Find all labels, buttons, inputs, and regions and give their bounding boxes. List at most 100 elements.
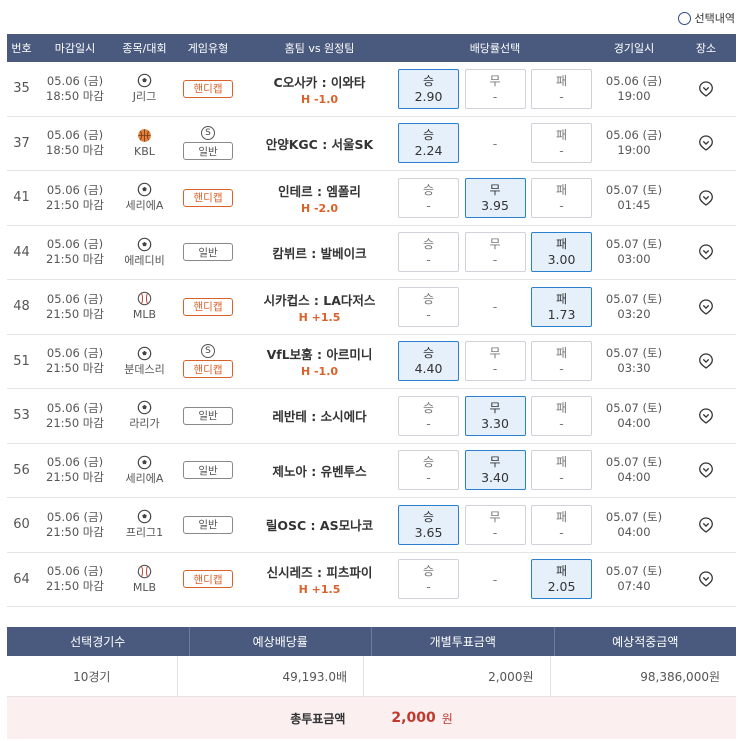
sport-cell: J리그 — [114, 62, 175, 116]
odds-lose-button[interactable]: 패- — [531, 341, 592, 382]
soccer-icon — [137, 346, 152, 361]
match-board: 번호 마감일시 종목/대회 게임유형 홈팀 vs 원정팀 배당률선택 경기일시 … — [7, 34, 736, 607]
odds-label: 무 — [489, 73, 501, 88]
league-name: 에레디비 — [124, 253, 165, 267]
game-time-cell: 05.07 (토) 04:00 — [592, 389, 676, 443]
match-teams: C오사카 : 이와타 — [273, 74, 366, 90]
location-pin-icon[interactable] — [697, 407, 715, 425]
odds-win-button[interactable]: 승- — [398, 395, 459, 436]
odds-win-button[interactable]: 승- — [398, 286, 459, 327]
odds-label: 승 — [422, 509, 435, 524]
odds-win-button[interactable]: 승 2.24 — [398, 123, 459, 164]
odds-win-button[interactable]: 승 3.65 — [398, 504, 459, 545]
summary-odds: 49,193.0배 — [176, 656, 364, 696]
odds-draw-button: - — [465, 287, 526, 327]
game-type-badge: 일반 — [183, 243, 233, 262]
odds-label: 무 — [489, 400, 501, 415]
odds-value: - — [559, 361, 564, 377]
radio-circle-icon[interactable] — [677, 11, 691, 25]
location-pin-icon[interactable] — [697, 243, 715, 261]
odds-lose-button[interactable]: 패- — [531, 395, 592, 436]
odds-value: 1.73 — [547, 306, 576, 322]
basketball-icon — [137, 128, 152, 143]
handicap-value: H -1.0 — [300, 365, 339, 379]
summary-header-count: 선택경기수 — [70, 635, 126, 649]
odds-lose-button[interactable]: 패- — [531, 450, 592, 491]
game-type-cell: 일반 — [175, 226, 241, 280]
odds-draw-button[interactable]: 무 3.30 — [464, 395, 526, 436]
game-type-badge: 핸디캡 — [183, 360, 233, 379]
odds-label: 승 — [422, 291, 435, 306]
summary-payout: 98,386,000원 — [549, 656, 737, 696]
odds-value: 2.24 — [414, 143, 443, 159]
odds-lose-button[interactable]: 패 1.73 — [531, 286, 592, 327]
odds-value: 3.00 — [547, 252, 576, 268]
baseball-icon — [137, 291, 152, 306]
summary-header-stake: 개별투표금액 — [371, 627, 554, 656]
table-row: 53 05.06 (금) 21:50 마감 라리가 일반 레반테 : 소시에다 승 - 무 3.3… — [7, 389, 736, 444]
sport-cell: KBL — [114, 117, 175, 171]
match-teams: 시카컵스 : LA다저스 — [263, 292, 376, 308]
deadline-cell: 05.06 (금) 21:50 마감 — [36, 444, 114, 498]
game-type-badge: 핸디캡 — [183, 570, 233, 589]
odds-draw-button[interactable]: 무- — [464, 504, 526, 545]
deadline-time: 21:50 마감 — [46, 306, 104, 321]
table-row: 37 05.06 (금) 18:50 마감 KBL S 일반 안양KGC : 서울SK 승 2.… — [7, 117, 736, 171]
selection-toggle[interactable]: 선택내역 — [677, 10, 735, 26]
odds-win-button[interactable]: 승- — [398, 450, 459, 491]
odds-value: - — [559, 197, 564, 213]
odds-draw-button[interactable]: 무- — [464, 68, 526, 109]
odds-label: 승 — [422, 73, 435, 88]
odds-lose-button[interactable]: 패- — [531, 68, 592, 109]
odds-lose-button[interactable]: 패- — [531, 504, 592, 545]
location-pin-icon[interactable] — [697, 189, 715, 207]
game-time: 04:00 — [617, 524, 651, 539]
game-date: 05.07 (토) — [605, 509, 663, 524]
location-pin-icon[interactable] — [697, 298, 715, 316]
sport-cell: 세리에A — [114, 171, 175, 225]
odds-value: - — [492, 88, 498, 104]
match-number: 41 — [13, 190, 30, 206]
deadline-cell: 05.06 (금) 21:50 마감 — [36, 389, 114, 443]
odds-lose-button[interactable]: 패- — [531, 177, 592, 218]
match-teams: 레반테 : 소시에다 — [272, 409, 367, 425]
deadline-date: 05.06 (금) — [46, 564, 104, 579]
odds-draw-button[interactable]: 무 3.95 — [464, 177, 526, 218]
odds-label: 승 — [422, 182, 435, 197]
table-row: 41 05.06 (금) 21:50 마감 세리에A 핸디캡 인테르 : 엠폴리 H -2.… — [7, 171, 736, 226]
soccer-icon — [137, 182, 152, 197]
odds-label: 승 — [422, 455, 435, 470]
location-pin-icon[interactable] — [697, 516, 715, 534]
league-name: MLB — [132, 308, 157, 322]
odds-win-button[interactable]: 승 2.90 — [398, 68, 459, 109]
location-pin-icon[interactable] — [697, 134, 715, 152]
match-number: 35 — [13, 81, 30, 97]
odds-win-button[interactable]: 승- — [398, 177, 459, 218]
location-pin-icon[interactable] — [697, 461, 715, 479]
match-number: 48 — [13, 299, 30, 315]
odds-draw-button[interactable]: 무 3.40 — [464, 450, 526, 491]
odds-draw-button[interactable]: 무- — [464, 232, 526, 273]
deadline-cell: 05.06 (금) 18:50 마감 — [36, 117, 114, 171]
deadline-time: 21:50 마감 — [46, 361, 104, 376]
odds-label: 무 — [489, 237, 501, 252]
location-pin-icon[interactable] — [697, 570, 715, 588]
deadline-cell: 05.06 (금) 21:50 마감 — [36, 553, 114, 607]
odds-win-button[interactable]: 승- — [398, 559, 459, 600]
deadline-date: 05.06 (금) — [46, 400, 104, 415]
sport-cell: 프리그1 — [114, 498, 175, 552]
odds-label: 패 — [555, 346, 568, 361]
odds-lose-button[interactable]: 패- — [531, 123, 592, 164]
header-game-type: 게임유형 — [187, 42, 229, 55]
game-date: 05.07 (토) — [605, 564, 663, 579]
odds-win-button[interactable]: 승 4.40 — [398, 341, 459, 382]
odds-lose-button[interactable]: 패 2.05 — [531, 559, 592, 600]
deadline-cell: 05.06 (금) 21:50 마감 — [36, 171, 114, 225]
location-pin-icon[interactable] — [697, 80, 715, 98]
odds-lose-button[interactable]: 패 3.00 — [531, 232, 592, 273]
odds-win-button[interactable]: 승- — [398, 232, 459, 273]
odds-draw-button[interactable]: 무- — [464, 341, 526, 382]
odds-label: 승 — [422, 128, 435, 143]
odds-cell: 승 - 무 - 패 3.00 — [398, 226, 592, 280]
location-pin-icon[interactable] — [697, 352, 715, 370]
